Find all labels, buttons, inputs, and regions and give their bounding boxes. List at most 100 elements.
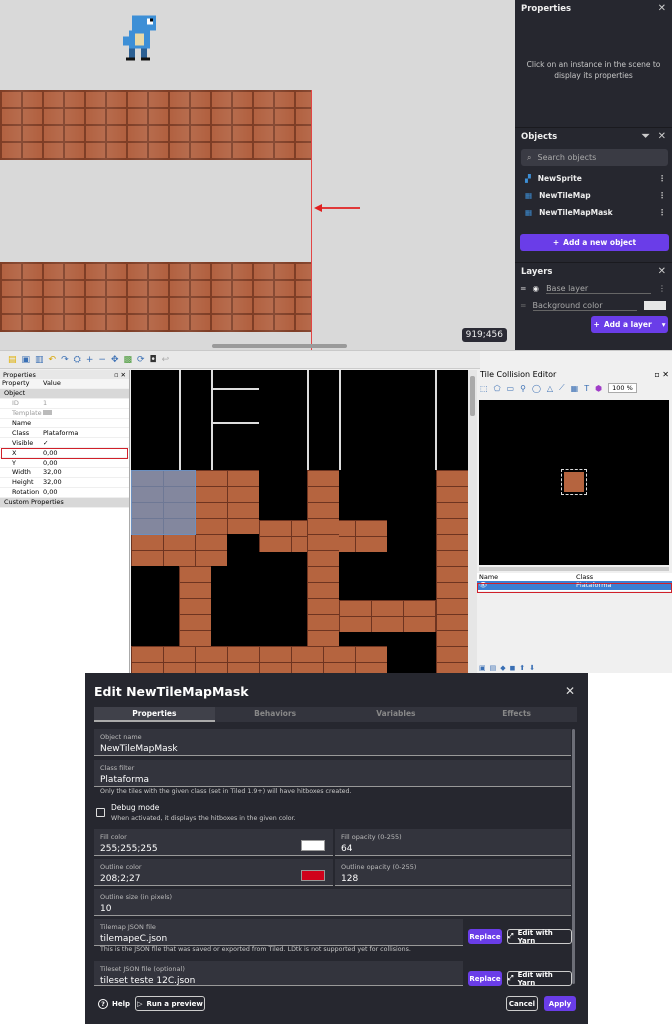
kebab-menu-icon[interactable]: ⋮ [658,191,666,200]
tab-variables[interactable]: Variables [336,707,457,722]
open-file-icon[interactable]: ▣ [22,355,31,365]
collision-canvas[interactable] [479,400,669,565]
text-icon[interactable]: T [584,384,589,393]
game-icon[interactable]: ⬢ [595,384,602,393]
group-custom-properties[interactable]: Custom Properties [0,498,64,506]
add-icon[interactable]: + [86,355,94,365]
close-icon[interactable]: ✕ [658,266,666,277]
kebab-menu-icon[interactable]: ⋮ [658,208,666,217]
group-object[interactable]: Object [0,389,25,397]
edit-tileset-yarn-button[interactable]: ⤢ Edit with Yarn [507,971,572,987]
add-object-button[interactable]: + Add a new object [520,234,669,251]
object-name-field[interactable]: Object name NewTileMapMask [94,729,571,756]
point-icon[interactable]: ⚲ [520,384,526,393]
prop-row[interactable]: Height 32,00 [0,478,129,488]
fill-opacity-field[interactable]: Fill opacity (0-255) 64 [335,829,571,856]
edit-tilemap-yarn-button[interactable]: ⤢ Edit with Yarn [507,929,572,945]
image-icon[interactable]: ▩ [123,355,132,365]
prop-row[interactable]: Width 32,00 [0,468,129,478]
redo-icon[interactable]: ↷ [61,355,69,365]
apply-button[interactable]: Apply [544,996,576,1011]
object-item-newtilemapmask[interactable]: ▦ NewTileMapMask ⋮ [515,204,672,221]
brick-platform-top[interactable] [0,90,312,160]
brick-platform-bottom[interactable] [0,262,312,332]
stamp-icon[interactable]: ⛭ [74,355,81,365]
select-tool-icon[interactable]: ⬚ [480,384,488,393]
edit-polygon-icon[interactable]: ⬠ [494,384,501,393]
replace-tilemap-button[interactable]: Replace [468,929,502,944]
play-icon: ▷ [137,999,143,1008]
undo-icon[interactable]: ↶ [49,355,57,365]
camera-icon[interactable]: ◘ [150,355,157,365]
tilemap-json-field[interactable]: Tilemap JSON file tilemapeC.json [94,919,463,946]
polygon-icon[interactable]: △ [547,384,553,393]
chevron-down-icon[interactable]: ▾ [662,320,666,329]
remove-icon[interactable]: − [98,355,106,365]
search-objects-input[interactable]: ⌕ Search objects [521,149,668,166]
close-icon[interactable]: ▫ ✕ [654,370,669,379]
prop-row[interactable]: ID 1 [0,399,129,409]
outline-size-field[interactable]: Outline size (in pixels) 10 [94,889,571,916]
new-file-icon[interactable]: ▤ [8,355,17,365]
rotate-icon[interactable]: ⟳ [137,355,145,365]
ellipse-icon[interactable]: ◯ [532,384,541,393]
prop-row[interactable]: Template [0,409,129,419]
tab-properties[interactable]: Properties [94,707,215,722]
collision-scrollbar[interactable] [479,567,669,571]
close-icon[interactable]: ✕ [658,131,666,142]
template-icon[interactable] [40,409,129,417]
class-filter-field[interactable]: Class filter Plataforma [94,760,571,787]
outline-opacity-field[interactable]: Outline opacity (0-255) 128 [335,859,571,886]
prop-row[interactable]: Name [0,419,129,429]
tiled-map-view[interactable] [131,370,468,674]
scene-horizontal-scrollbar[interactable] [212,344,347,348]
prop-row-class[interactable]: Class Plataforma [0,428,129,439]
zoom-box[interactable]: 100 % [608,383,637,393]
prop-row[interactable]: Rotation 0,00 [0,488,129,498]
close-icon[interactable]: ✕ [658,3,666,14]
polyline-icon[interactable]: ⟋ [559,383,565,393]
drag-handle-icon[interactable]: ═ [521,284,526,293]
prop-row[interactable]: Visible ✓ [0,438,129,449]
selected-tile[interactable] [131,470,196,535]
image-icon[interactable]: ▦ [571,384,579,393]
replace-tileset-button[interactable]: Replace [468,971,502,986]
collision-tile[interactable] [561,469,587,495]
tab-effects[interactable]: Effects [456,707,577,722]
object-item-newtilemap[interactable]: ▦ NewTileMap ⋮ [515,187,672,204]
dino-sprite[interactable] [120,15,162,61]
debug-mode-checkbox[interactable] [96,808,105,817]
kebab-menu-icon[interactable]: ⋮ [658,174,666,183]
cancel-button[interactable]: Cancel [506,996,538,1011]
rectangle-icon[interactable]: ▭ [507,384,515,393]
field-label: Object name [100,733,142,741]
background-color-swatch[interactable] [644,301,666,310]
column-header-property: Property [2,379,30,388]
save-icon[interactable]: ▥ [35,355,44,365]
visibility-icon[interactable]: ◉ [533,284,540,293]
back-icon[interactable]: ↩ [162,355,170,365]
dialog-scrollbar[interactable] [572,729,575,984]
close-icon[interactable]: ▫ ✕ [114,371,126,379]
kebab-menu-icon[interactable]: ⋮ [658,284,666,293]
close-icon[interactable]: ✕ [565,684,575,698]
prop-row[interactable]: Y 0,00 [0,458,129,469]
add-layer-button[interactable]: + Add a layer ▾ [591,316,668,333]
scene-canvas[interactable]: 919;456 [0,0,515,350]
fill-color-field[interactable]: Fill color 255;255;255 [94,829,333,856]
help-button[interactable]: ? Help [97,996,131,1011]
layer-background-color[interactable]: ═ Background color [515,297,672,314]
tiled-vertical-scrollbar[interactable] [468,370,477,674]
outline-color-swatch[interactable] [301,870,325,881]
filter-icon[interactable]: ⏷ [642,131,650,142]
tileset-json-field[interactable]: Tileset JSON file (optional) tileset tes… [94,961,463,986]
tab-behaviors[interactable]: Behaviors [215,707,336,722]
prop-key: Width [12,468,31,477]
visible-checkbox[interactable]: ✓ [40,439,129,447]
move-icon[interactable]: ✥ [111,355,119,365]
run-preview-button[interactable]: ▷ Run a preview [135,996,205,1011]
layer-item-base[interactable]: ═ ◉ Base layer ⋮ [515,280,672,297]
outline-color-field[interactable]: Outline color 208;2;27 [94,859,333,886]
object-item-newsprite[interactable]: ▞ NewSprite ⋮ [515,170,672,187]
fill-color-swatch[interactable] [301,840,325,851]
